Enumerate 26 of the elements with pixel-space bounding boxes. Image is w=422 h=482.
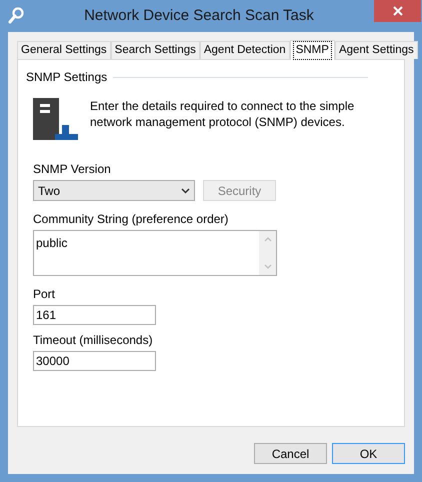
tab[interactable]: Agent Settings [334, 41, 418, 59]
server-network-icon [33, 98, 78, 140]
close-button[interactable] [374, 0, 421, 22]
search-icon [8, 7, 24, 25]
tab[interactable]: SNMP [290, 40, 335, 60]
dialog-button[interactable]: OK [332, 443, 405, 464]
window-title: Network Device Search Scan Task [83, 6, 315, 26]
scrollbar[interactable] [259, 231, 276, 275]
tab[interactable]: Agent Detection [200, 41, 290, 59]
close-icon [392, 6, 402, 16]
field-label: Port [33, 286, 56, 303]
scroll-up-icon [264, 237, 272, 242]
description-text: Enter the details required to connect to the simple network management protocol (SNMP) devices. [90, 98, 356, 131]
tab[interactable]: General Settings [17, 41, 111, 59]
field-label: Timeout (milliseconds) [33, 332, 154, 349]
field-label: SNMP Version [33, 161, 112, 178]
chevron-down-icon [181, 188, 190, 194]
scroll-down-icon [264, 264, 272, 269]
section-title: SNMP Settings [26, 69, 108, 86]
version-dropdown[interactable]: Two [33, 180, 195, 201]
field-label: Community String (preference order) [33, 211, 230, 228]
tab[interactable]: Search Settings [110, 41, 200, 59]
input-field[interactable]: 161 [33, 305, 156, 325]
dialog-button[interactable]: Cancel [254, 443, 327, 464]
input-field[interactable]: 30000 [33, 351, 156, 371]
community-string-field[interactable]: public [33, 230, 277, 276]
